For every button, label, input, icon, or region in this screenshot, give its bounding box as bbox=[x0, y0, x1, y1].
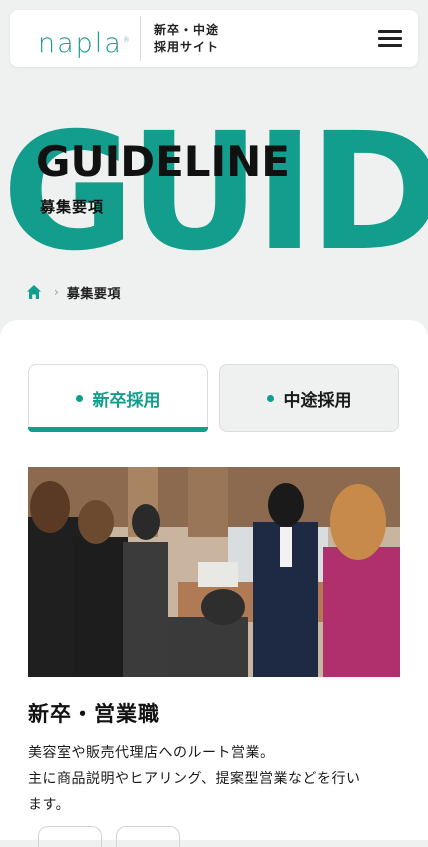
tag-button[interactable] bbox=[38, 826, 102, 847]
job-photo bbox=[28, 467, 400, 677]
dot-icon bbox=[75, 394, 83, 402]
home-icon[interactable] bbox=[26, 284, 42, 300]
content-card: 新卒採用 中途採用 新卒・営業職 美容室や販売代理店へのルート営業。 主に商品説… bbox=[0, 320, 428, 847]
job-description-line1: 美容室や販売代理店へのルート営業。 bbox=[28, 745, 275, 761]
breadcrumb: › 募集要項 bbox=[26, 282, 121, 302]
napla-logo[interactable]: napla® bbox=[38, 25, 132, 59]
breadcrumb-current: 募集要項 bbox=[66, 286, 121, 302]
page-subtitle: 募集要項 bbox=[40, 198, 105, 216]
site-header: napla® 新卒・中途 採用サイト bbox=[10, 10, 418, 67]
tab-mid-career[interactable]: 中途採用 bbox=[219, 364, 399, 432]
logo-text: napla bbox=[38, 28, 123, 59]
job-description-line3: ます。 bbox=[28, 797, 71, 813]
job-description-line2: 主に商品説明やヒアリング、提案型営業などを行い bbox=[28, 771, 361, 787]
tab-new-graduate[interactable]: 新卒採用 bbox=[28, 364, 208, 432]
job-title: 新卒・営業職 bbox=[28, 702, 160, 726]
hamburger-menu-icon[interactable] bbox=[378, 28, 404, 48]
header-subtitle-line2: 採用サイト bbox=[154, 40, 220, 54]
page-title: GUIDELINE bbox=[36, 137, 290, 186]
header-subtitle: 新卒・中途 採用サイト bbox=[154, 22, 274, 56]
chevron-right-icon: › bbox=[54, 285, 59, 299]
tag-button[interactable] bbox=[116, 826, 180, 847]
header-subtitle-line1: 新卒・中途 bbox=[154, 23, 220, 37]
dot-icon bbox=[266, 394, 274, 402]
job-description: 美容室や販売代理店へのルート営業。 主に商品説明やヒアリング、提案型営業などを行… bbox=[28, 740, 400, 818]
tab-label: 新卒採用 bbox=[92, 390, 161, 411]
tab-label: 中途採用 bbox=[283, 390, 352, 411]
registered-mark: ® bbox=[122, 36, 132, 44]
header-divider bbox=[140, 16, 141, 61]
